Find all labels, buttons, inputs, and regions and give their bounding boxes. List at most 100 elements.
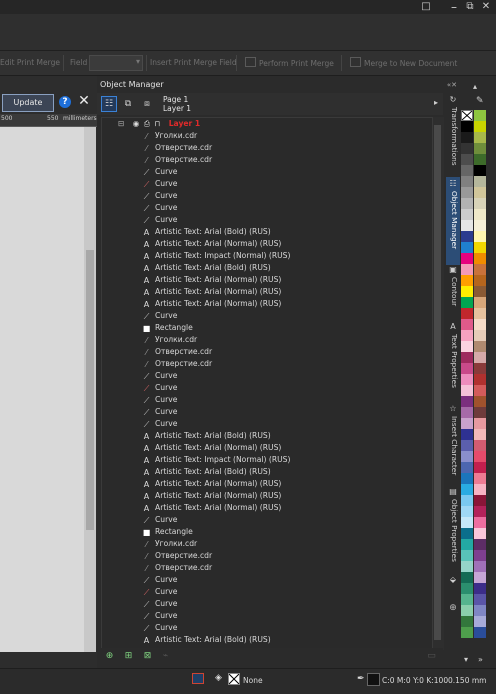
paint-icon[interactable]: ⬙ bbox=[448, 575, 458, 585]
color-swatch[interactable] bbox=[474, 385, 486, 396]
color-swatch[interactable] bbox=[474, 220, 486, 231]
color-swatch[interactable] bbox=[461, 429, 473, 440]
tree-row[interactable]: ⟋ Curve bbox=[142, 190, 178, 202]
tree-row[interactable]: A Artistic Text: Arial (Bold) (RUS) bbox=[142, 430, 271, 442]
color-swatch[interactable] bbox=[461, 308, 473, 319]
outline-color-swatch[interactable] bbox=[367, 673, 380, 686]
new-master-layer-all-icon[interactable]: ⊠ bbox=[142, 651, 153, 662]
color-swatch[interactable] bbox=[474, 473, 486, 484]
delete-icon[interactable]: ▭ bbox=[426, 651, 437, 662]
color-swatch[interactable] bbox=[461, 297, 473, 308]
color-swatch[interactable] bbox=[474, 143, 486, 154]
color-swatch[interactable] bbox=[461, 594, 473, 605]
close-window-button[interactable]: ✕ bbox=[478, 0, 494, 14]
tree-row[interactable]: ⁄ Отверстие.cdr bbox=[142, 550, 212, 562]
update-button[interactable]: Update bbox=[2, 94, 54, 112]
color-swatch[interactable] bbox=[461, 484, 473, 495]
color-swatch[interactable] bbox=[474, 297, 486, 308]
tree-row[interactable]: ⁄ Уголки.cdr bbox=[142, 538, 197, 550]
new-layer-icon[interactable]: ⊕ bbox=[104, 651, 115, 662]
color-swatch[interactable] bbox=[461, 176, 473, 187]
tree-row[interactable]: ⁄ Отверстие.cdr bbox=[142, 346, 212, 358]
color-swatch[interactable] bbox=[461, 605, 473, 616]
tree-row[interactable]: A Artistic Text: Arial (Normal) (RUS) bbox=[142, 502, 282, 514]
color-swatch[interactable] bbox=[474, 330, 486, 341]
color-swatch[interactable] bbox=[461, 517, 473, 528]
tab-contour[interactable]: ▣ Contour bbox=[446, 265, 460, 313]
color-swatch[interactable] bbox=[474, 242, 486, 253]
eyedropper-icon[interactable]: ✎ bbox=[476, 96, 484, 106]
color-swatch[interactable] bbox=[474, 616, 486, 627]
tree-row[interactable]: ⟋ Curve bbox=[142, 586, 178, 598]
color-swatch[interactable] bbox=[474, 165, 486, 176]
color-swatch[interactable] bbox=[474, 517, 486, 528]
add-docker-icon[interactable]: ⊕ bbox=[448, 603, 458, 613]
minimize-button[interactable]: – bbox=[446, 0, 462, 14]
tree-row[interactable]: ⟋ Curve bbox=[142, 310, 178, 322]
tree-row[interactable]: A Artistic Text: Arial (Normal) (RUS) bbox=[142, 274, 282, 286]
color-swatch[interactable] bbox=[461, 385, 473, 396]
edit-across-layers-icon[interactable]: ⧈ bbox=[139, 96, 155, 112]
tab-text-properties[interactable]: A Text Properties bbox=[446, 322, 460, 394]
color-swatch[interactable] bbox=[461, 561, 473, 572]
color-swatch[interactable] bbox=[461, 154, 473, 165]
tree-row[interactable]: ⟋ Curve bbox=[142, 394, 178, 406]
tree-row[interactable]: ⟋ Curve bbox=[142, 598, 178, 610]
tree-row[interactable]: A Artistic Text: Arial (Bold) (RUS) bbox=[142, 262, 271, 274]
color-swatch[interactable] bbox=[474, 198, 486, 209]
drawing-canvas[interactable] bbox=[0, 127, 84, 652]
tree-row[interactable]: ⟋ Curve bbox=[142, 370, 178, 382]
printable-icon[interactable]: ⎙ bbox=[144, 119, 150, 128]
color-swatch[interactable] bbox=[461, 187, 473, 198]
color-swatch[interactable] bbox=[474, 110, 486, 121]
color-swatch[interactable] bbox=[474, 154, 486, 165]
show-object-properties-icon[interactable]: ⧉ bbox=[120, 96, 136, 112]
fill-none-swatch[interactable] bbox=[228, 673, 240, 685]
tree-row[interactable]: ⟋ Curve bbox=[142, 406, 178, 418]
color-swatch[interactable] bbox=[461, 407, 473, 418]
color-swatch[interactable] bbox=[461, 462, 473, 473]
color-swatch[interactable] bbox=[474, 506, 486, 517]
color-swatch[interactable] bbox=[474, 572, 486, 583]
tree-row[interactable]: ⟋ Curve bbox=[142, 574, 178, 586]
color-swatch[interactable] bbox=[474, 418, 486, 429]
color-swatch[interactable] bbox=[461, 198, 473, 209]
edit-print-merge-button[interactable]: Edit Print Merge bbox=[0, 57, 60, 69]
tree-row[interactable]: ⟋ Curve bbox=[142, 166, 178, 178]
color-swatch[interactable] bbox=[474, 264, 486, 275]
palette-scroll-up-icon[interactable]: ▴ bbox=[473, 82, 477, 91]
color-swatch[interactable] bbox=[474, 429, 486, 440]
tree-row[interactable]: ⁄ Отверстие.cdr bbox=[142, 358, 212, 370]
color-swatch[interactable] bbox=[474, 484, 486, 495]
color-swatch[interactable] bbox=[474, 561, 486, 572]
tree-row[interactable]: ⟋ Curve bbox=[142, 418, 178, 430]
color-swatch[interactable] bbox=[474, 286, 486, 297]
color-swatch[interactable] bbox=[461, 418, 473, 429]
color-swatch[interactable] bbox=[461, 231, 473, 242]
tab-object-properties[interactable]: ▤ Object Properties bbox=[446, 487, 460, 571]
tree-row[interactable]: A Artistic Text: Arial (Bold) (RUS) bbox=[142, 466, 271, 478]
tree-row[interactable]: ⟋ Curve bbox=[142, 622, 178, 634]
merge-to-new-document-button[interactable]: Merge to New Document bbox=[350, 57, 457, 69]
tree-row[interactable]: A Artistic Text: Impact (Normal) (RUS) bbox=[142, 454, 291, 466]
docker-menu-icon[interactable]: «✕ bbox=[447, 78, 457, 92]
color-swatch[interactable] bbox=[474, 407, 486, 418]
tree-row[interactable]: A Artistic Text: Arial (Normal) (RUS) bbox=[142, 286, 282, 298]
visibility-eye-icon[interactable]: ◉ bbox=[133, 119, 140, 128]
color-swatch[interactable] bbox=[474, 363, 486, 374]
color-swatch[interactable] bbox=[461, 121, 473, 132]
lock-icon[interactable]: ⊓ bbox=[154, 119, 160, 128]
om-flyout-arrow-icon[interactable]: ▸ bbox=[434, 98, 438, 107]
tree-row[interactable]: ⁄ Отверстие.cdr bbox=[142, 562, 212, 574]
fill-bucket-icon[interactable]: ◈ bbox=[215, 673, 222, 683]
palette-scroll-down-icon[interactable]: ▾ bbox=[464, 655, 468, 664]
color-swatch[interactable] bbox=[461, 341, 473, 352]
tree-row[interactable]: ⁄ Отверстие.cdr bbox=[142, 154, 212, 166]
tree-row[interactable]: ⁄ Уголки.cdr bbox=[142, 130, 197, 142]
color-swatch[interactable] bbox=[474, 341, 486, 352]
color-swatch[interactable] bbox=[461, 506, 473, 517]
color-swatch[interactable] bbox=[461, 352, 473, 363]
tree-row[interactable]: A Artistic Text: Impact (Normal) (RUS) bbox=[142, 250, 291, 262]
color-swatch[interactable] bbox=[474, 319, 486, 330]
color-swatch[interactable] bbox=[461, 209, 473, 220]
